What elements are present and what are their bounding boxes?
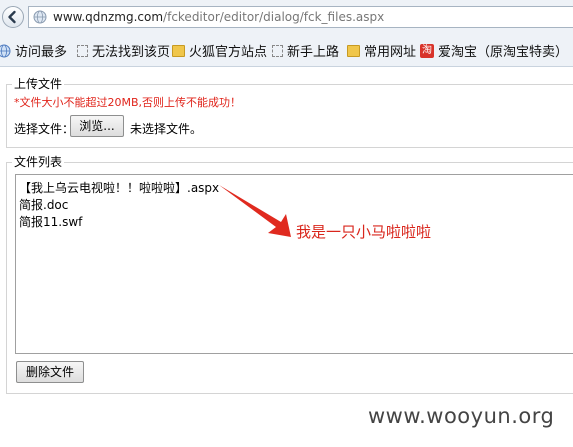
bookmark-label: 访问最多 xyxy=(15,45,68,60)
url-text: www.qdnzmg.com/fckeditor/editor/dialog/f… xyxy=(53,10,384,24)
bookmark-common-sites[interactable]: 常用网址 xyxy=(347,41,417,60)
bookmark-label: 爱淘宝（原淘宝特卖） xyxy=(438,45,569,60)
bookmark-most-visited[interactable]: 访问最多 xyxy=(0,41,68,60)
folder-icon xyxy=(172,44,185,57)
url-host: www.qdnzmg.com xyxy=(53,10,164,24)
bookmark-label: 新手上路 xyxy=(287,45,340,60)
list-item[interactable]: 简报11.swf xyxy=(19,213,82,230)
bookmark-page-not-found[interactable]: 无法找到该页 xyxy=(77,41,171,60)
size-warning: *文件大小不能超过20MB,否则上传不能成功！ xyxy=(14,96,242,109)
back-arrow-icon xyxy=(8,10,16,24)
watermark: www.wooyun.org xyxy=(368,404,555,428)
file-list-legend: 文件列表 xyxy=(12,153,65,170)
list-item[interactable]: 简报.doc xyxy=(19,196,68,213)
bookmarks-toolbar: 访问最多 无法找到该页 火狐官方站点 新手上路 常用网址 淘爱淘宝（原淘宝特卖） xyxy=(0,37,573,63)
dashed-page-icon xyxy=(272,44,283,57)
no-file-selected: 未选择文件。 xyxy=(130,122,203,136)
bookmark-ai-taobao[interactable]: 淘爱淘宝（原淘宝特卖） xyxy=(420,41,569,60)
folder-icon xyxy=(347,44,360,57)
bookmark-label: 无法找到该页 xyxy=(92,45,171,60)
annotation-arrow-icon xyxy=(219,185,291,237)
choose-file-label: 选择文件： xyxy=(14,122,75,136)
navigation-bar: www.qdnzmg.com/fckeditor/editor/dialog/f… xyxy=(0,0,573,36)
taobao-icon: 淘 xyxy=(420,43,434,58)
delete-file-button[interactable]: 删除文件 xyxy=(16,361,84,383)
list-item[interactable]: 【我上乌云电视啦！！啦啦啦】.aspx xyxy=(19,179,219,196)
bookmark-getting-started[interactable]: 新手上路 xyxy=(272,41,340,60)
bookmark-label: 常用网址 xyxy=(364,45,417,60)
bookmark-firefox-official[interactable]: 火狐官方站点 xyxy=(172,41,268,60)
upload-legend: 上传文件 xyxy=(12,75,65,92)
bookmark-label: 火狐官方站点 xyxy=(189,45,268,60)
browser-toolbar: www.qdnzmg.com/fckeditor/editor/dialog/f… xyxy=(0,0,573,67)
url-bar[interactable]: www.qdnzmg.com/fckeditor/editor/dialog/f… xyxy=(28,6,573,28)
globe-icon xyxy=(33,10,47,24)
browse-button[interactable]: 浏览... xyxy=(70,115,124,137)
url-path: /fckeditor/editor/dialog/fck_files.aspx xyxy=(163,10,385,24)
annotation-text: 我是一只小马啦啦啦 xyxy=(296,223,432,241)
dashed-page-icon xyxy=(77,44,88,57)
back-button[interactable] xyxy=(2,6,24,28)
globe-icon xyxy=(0,44,11,57)
